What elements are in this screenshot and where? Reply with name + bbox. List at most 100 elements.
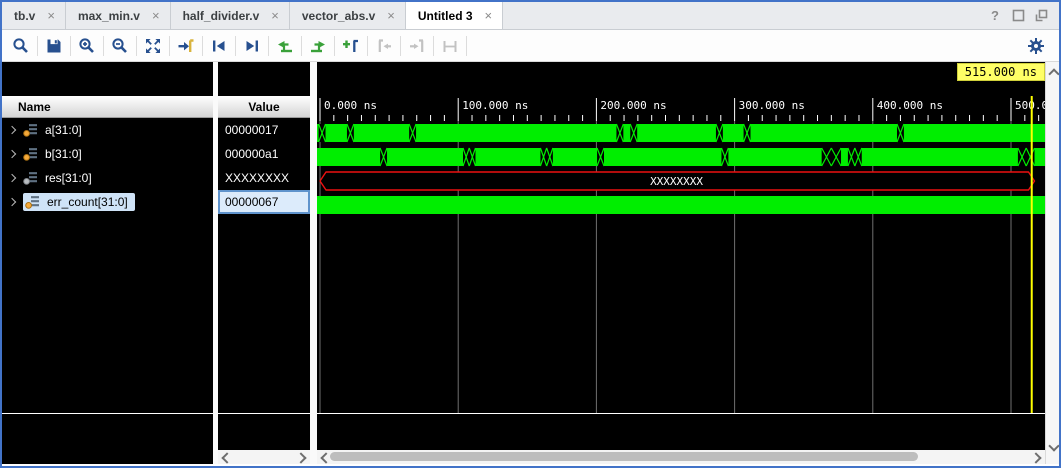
span-between-markers-button[interactable] — [437, 34, 463, 58]
toolbar-separator — [466, 36, 467, 56]
signal-value-res-31-0[interactable]: XXXXXXXX — [218, 166, 310, 190]
signal-name-cell: err_count[31:0] — [23, 193, 135, 211]
close-tab-icon[interactable]: × — [271, 9, 279, 22]
go-to-last-time-icon — [177, 37, 195, 55]
signal-name-label: err_count[31:0] — [47, 195, 128, 209]
search-button[interactable] — [8, 34, 34, 58]
scroll-right-icon[interactable] — [1030, 452, 1041, 463]
svg-text:400.000 ns: 400.000 ns — [877, 99, 943, 112]
bus-orange-icon — [23, 147, 39, 161]
waveform-toolbar — [2, 30, 1059, 62]
wave-horizontal-scrollbar[interactable] — [317, 450, 1045, 464]
next-transition-button[interactable] — [239, 34, 265, 58]
tab-label: Untitled 3 — [418, 9, 473, 23]
settings-gear-button[interactable] — [1023, 34, 1049, 58]
tab-label: tb.v — [14, 9, 35, 23]
go-to-last-time-button[interactable] — [173, 34, 199, 58]
toolbar-separator — [235, 36, 236, 56]
close-tab-icon[interactable]: × — [47, 9, 55, 22]
signal-name-label: b[31:0] — [45, 147, 82, 161]
close-tab-icon[interactable]: × — [387, 9, 395, 22]
save-icon — [45, 37, 63, 55]
save-button[interactable] — [41, 34, 67, 58]
swap-previous-icon — [276, 37, 294, 55]
signal-row-res-31-0[interactable]: res[31:0] — [2, 166, 213, 190]
swap-next-icon — [309, 37, 327, 55]
maximize-icon[interactable] — [1010, 8, 1026, 24]
tab-label: max_min.v — [78, 9, 140, 23]
cursor-time-badge: 515.000 ns — [957, 63, 1045, 81]
name-panel-top-spacer — [2, 62, 213, 96]
close-tab-icon[interactable]: × — [152, 9, 160, 22]
zoom-fit-button[interactable] — [140, 34, 166, 58]
tab-untitled-3[interactable]: Untitled 3 × — [406, 2, 503, 29]
add-marker-button[interactable] — [338, 34, 364, 58]
scroll-right-icon[interactable] — [295, 452, 306, 463]
toolbar-separator — [37, 36, 38, 56]
help-icon[interactable]: ? — [987, 8, 1003, 24]
toolbar-separator — [334, 36, 335, 56]
value-horizontal-scrollbar[interactable] — [218, 450, 310, 464]
zoom-out-button[interactable] — [107, 34, 133, 58]
expand-chevron-icon[interactable] — [8, 126, 16, 134]
signal-name-label: a[31:0] — [45, 123, 82, 137]
cursor-time-label: 515.000 ns — [965, 65, 1037, 79]
expand-chevron-icon[interactable] — [8, 174, 16, 182]
value-panel-top-spacer — [218, 62, 310, 96]
svg-text:500.000 ns: 500.000 ns — [1015, 99, 1045, 112]
waveform-canvas[interactable]: XXXXXXXX — [317, 121, 1045, 413]
svg-text:0.000 ns: 0.000 ns — [324, 99, 377, 112]
close-tab-icon[interactable]: × — [485, 9, 493, 22]
timeline-ruler[interactable]: 0.000 ns100.000 ns200.000 ns300.000 ns40… — [317, 96, 1045, 121]
name-header-label: Name — [18, 100, 51, 114]
zoom-in-button[interactable] — [74, 34, 100, 58]
value-column-header[interactable]: Value — [218, 96, 310, 118]
scroll-left-icon[interactable] — [221, 452, 232, 463]
name-column-header[interactable]: Name — [2, 96, 213, 118]
next-marker-button[interactable] — [404, 34, 430, 58]
tab-bar: tb.v×max_min.v×half_divider.v×vector_abs… — [2, 2, 1059, 30]
tab-label: vector_abs.v — [302, 9, 375, 23]
value-wave-splitter[interactable] — [310, 62, 317, 464]
next-transition-icon — [243, 37, 261, 55]
value-rows: 00000017000000a1XXXXXXXX00000067 — [218, 118, 310, 214]
previous-marker-button[interactable] — [371, 34, 397, 58]
tab-label: half_divider.v — [183, 9, 260, 23]
toolbar-separator — [268, 36, 269, 56]
previous-transition-button[interactable] — [206, 34, 232, 58]
tab-half-divider-v[interactable]: half_divider.v × — [171, 2, 290, 29]
zoom-in-icon — [78, 37, 96, 55]
bus-gray-icon — [23, 171, 39, 185]
search-icon — [12, 37, 30, 55]
tab-vector-abs-v[interactable]: vector_abs.v × — [290, 2, 406, 29]
signal-row-b-31-0[interactable]: b[31:0] — [2, 142, 213, 166]
toolbar-separator — [70, 36, 71, 56]
tab-max-min-v[interactable]: max_min.v × — [66, 2, 171, 29]
expand-chevron-icon[interactable] — [8, 198, 16, 206]
span-between-markers-icon — [441, 37, 459, 55]
signal-value-b-31-0[interactable]: 000000a1 — [218, 142, 310, 166]
wave-panel[interactable]: 515.000 ns 0.000 ns100.000 ns200.000 ns3… — [317, 62, 1045, 464]
signal-value-a-31-0[interactable]: 00000017 — [218, 118, 310, 142]
signal-row-a-31-0[interactable]: a[31:0] — [2, 118, 213, 142]
vertical-scrollbar[interactable] — [1045, 62, 1059, 464]
signal-value-err-count-31-0[interactable]: 00000067 — [218, 190, 310, 214]
toolbar-separator — [202, 36, 203, 56]
wave-bottom-divider — [218, 413, 310, 414]
toolbar-separator — [367, 36, 368, 56]
expand-chevron-icon[interactable] — [8, 150, 16, 158]
scroll-up-icon[interactable] — [1048, 68, 1059, 79]
swap-next-button[interactable] — [305, 34, 331, 58]
zoom-fit-icon — [144, 37, 162, 55]
swap-previous-button[interactable] — [272, 34, 298, 58]
wave-scrollbar-thumb[interactable] — [330, 452, 918, 461]
previous-marker-icon — [375, 37, 393, 55]
tab-tb-v[interactable]: tb.v × — [2, 2, 66, 29]
panel-window-actions: ? — [987, 2, 1059, 29]
wave-bottom-divider — [2, 413, 213, 414]
previous-transition-icon — [210, 37, 228, 55]
name-rows: a[31:0] b[31:0] res[31:0] err_count[31:0] — [2, 118, 213, 214]
float-icon[interactable] — [1033, 8, 1049, 24]
signal-row-err-count-31-0[interactable]: err_count[31:0] — [2, 190, 213, 214]
scroll-down-icon[interactable] — [1048, 440, 1059, 451]
